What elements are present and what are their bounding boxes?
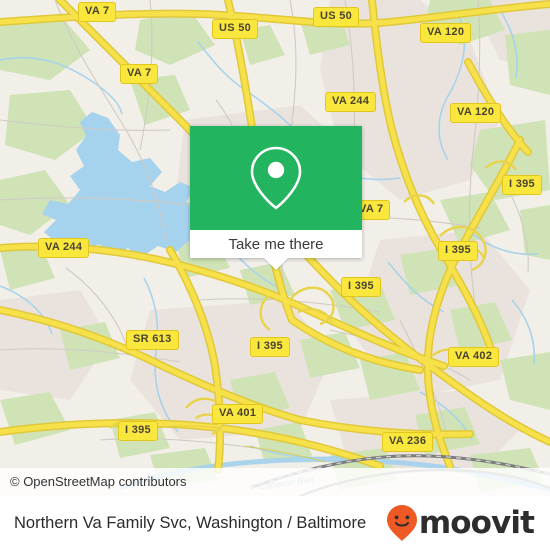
moovit-smiley-pin-icon: [386, 505, 417, 541]
map-pin-icon: [250, 146, 302, 210]
road-shield: I 395: [438, 241, 478, 261]
map-canvas[interactable]: VA 7 US 50 US 50 VA 120 VA 7 VA 244 VA 1…: [0, 0, 550, 496]
osm-attribution[interactable]: © OpenStreetMap contributors: [0, 468, 550, 496]
road-shield: US 50: [313, 7, 360, 27]
road-shield: I 395: [118, 421, 158, 441]
road-shield: US 50: [212, 19, 259, 39]
road-shield: VA 401: [212, 404, 264, 424]
map-screenshot: VA 7 US 50 US 50 VA 120 VA 7 VA 244 VA 1…: [0, 0, 550, 550]
road-shield: VA 244: [325, 92, 377, 112]
road-shield: I 395: [250, 337, 290, 357]
road-shield: VA 236: [382, 432, 434, 452]
road-shield: VA 120: [420, 23, 472, 43]
location-popup-card[interactable]: Take me there: [190, 126, 362, 270]
place-title: Northern Va Family Svc, Washington / Bal…: [14, 513, 367, 532]
road-shield: VA 7: [78, 2, 117, 22]
road-shield: I 395: [341, 277, 381, 297]
road-shield: I 395: [502, 175, 542, 195]
popup-pointer-tail: [264, 258, 288, 270]
take-me-there-label: Take me there: [228, 235, 324, 253]
moovit-wordmark: moovit: [418, 504, 535, 541]
footer-bar: Northern Va Family Svc, Washington / Bal…: [0, 496, 550, 550]
popup-action-bar[interactable]: Take me there: [190, 230, 362, 258]
road-shield: VA 7: [120, 64, 159, 84]
road-shield: SR 613: [126, 330, 179, 350]
popup-icon-panel: [190, 126, 362, 230]
road-shield: VA 244: [38, 238, 90, 258]
moovit-logo[interactable]: moovit: [386, 504, 535, 542]
road-shield: VA 402: [448, 347, 500, 367]
road-shield: VA 120: [450, 103, 502, 123]
